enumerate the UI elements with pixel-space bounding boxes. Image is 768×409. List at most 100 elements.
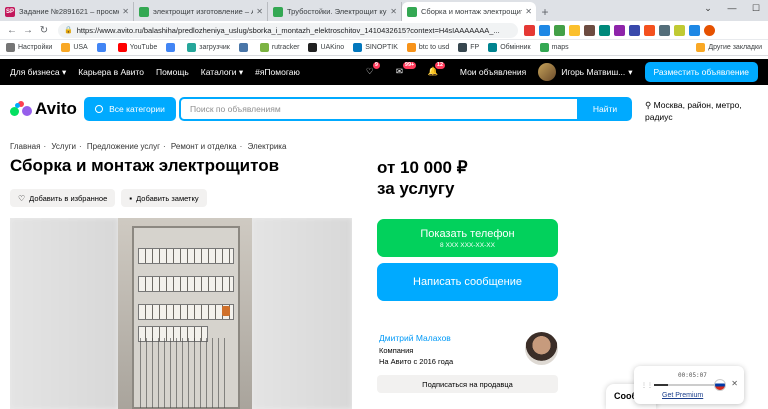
nav-ihelp[interactable]: #яПомогаю <box>255 67 300 77</box>
bookmark-item[interactable]: Обмінник <box>488 43 531 52</box>
all-categories-button[interactable]: Все категории <box>84 97 176 121</box>
gallery-right-blur <box>252 218 352 409</box>
seller-name-link[interactable]: Дмитрий Малахов <box>379 333 453 343</box>
post-ad-button[interactable]: Разместить объявление <box>644 62 758 82</box>
browser-tab-2[interactable]: Трубостойки. Электрощит купить ✕ <box>268 2 402 21</box>
favorites-badge: 9 <box>372 62 380 69</box>
forward-icon[interactable]: → <box>20 25 36 36</box>
tab-close-icon[interactable]: ✕ <box>122 7 129 16</box>
extension-icon[interactable] <box>629 24 640 36</box>
nav-help[interactable]: Помощь <box>156 67 189 77</box>
listing-photo[interactable] <box>118 218 252 409</box>
bookmark-item[interactable]: SINOPTIK <box>353 43 398 52</box>
breadcrumb-item[interactable]: Электрика <box>248 142 287 151</box>
extension-icon[interactable] <box>674 24 685 36</box>
bookmark-item[interactable]: USA <box>61 43 88 52</box>
close-icon[interactable]: ✕ <box>731 379 738 388</box>
subscribe-seller-button[interactable]: Подписаться на продавца <box>377 375 558 393</box>
tab-favicon-icon: SP <box>5 6 15 17</box>
profile-avatar-icon[interactable] <box>704 24 715 36</box>
reload-icon[interactable]: ↻ <box>36 25 52 36</box>
russia-flag-icon[interactable] <box>714 379 726 391</box>
minimize-icon[interactable]: — <box>720 0 744 16</box>
logo-text: Avito <box>35 99 77 118</box>
breadcrumb-item[interactable]: Главная <box>10 142 40 151</box>
url-field[interactable]: 🔒 https://www.avito.ru/balashiha/predloz… <box>58 22 518 38</box>
extension-icon[interactable] <box>689 24 700 36</box>
extension-icon[interactable] <box>599 24 610 36</box>
maximize-icon[interactable]: ☐ <box>744 0 768 16</box>
bookmark-item[interactable]: загрузчик <box>187 43 230 52</box>
browser-tab-1[interactable]: электрощит изготовление – Авит ✕ <box>134 2 268 21</box>
bookmark-item[interactable]: maps <box>539 43 569 52</box>
breadcrumb-item[interactable]: Услуги <box>51 142 76 151</box>
breadcrumb-item[interactable]: Ремонт и отделка <box>171 142 237 151</box>
browser-tab-3[interactable]: Сборка и монтаж электрощитов ✕ <box>402 2 536 21</box>
extension-icon[interactable] <box>644 24 655 36</box>
tab-close-icon[interactable]: ✕ <box>525 7 532 16</box>
bell-icon[interactable]: 🔔 12 <box>428 62 446 78</box>
tab-title: электрощит изготовление – Авит <box>153 7 253 16</box>
bookmark-item[interactable] <box>96 43 109 52</box>
tab-title: Сборка и монтаж электрощитов <box>421 7 523 16</box>
other-bookmarks[interactable]: Другие закладки <box>696 43 762 52</box>
nav-catalogs[interactable]: Каталоги ▾ <box>201 67 243 78</box>
back-icon[interactable]: ← <box>4 25 20 36</box>
bookmark-item[interactable]: YouTube <box>117 43 157 52</box>
get-premium-link[interactable]: Get Premium <box>662 392 703 399</box>
avatar[interactable] <box>538 63 557 81</box>
chevron-down-icon[interactable]: ▾ <box>628 67 632 78</box>
add-note-button[interactable]: ▪ Добавить заметку <box>121 189 207 207</box>
write-message-button[interactable]: Написать сообщение <box>377 263 558 301</box>
google-icon <box>166 43 176 52</box>
seller-since: На Авито с 2016 года <box>379 357 454 366</box>
messages-badge: 99+ <box>402 62 417 69</box>
bookmark-item[interactable] <box>166 43 178 52</box>
show-phone-button[interactable]: Показать телефон 8 XXX XXX-XX-XX <box>377 219 558 257</box>
bookmark-item[interactable]: rutracker <box>259 43 299 52</box>
bookmark-item[interactable] <box>238 43 251 52</box>
chat-icon[interactable]: ✉ 99+ <box>396 62 417 78</box>
seller-avatar[interactable] <box>525 332 558 365</box>
add-favorite-button[interactable]: ♡ Добавить в избранное <box>10 189 116 207</box>
bookmark-item[interactable]: UAKino <box>308 43 344 52</box>
heart-icon: ♡ <box>18 193 26 203</box>
address-bar-row: ← → ↻ 🔒 https://www.avito.ru/balashiha/p… <box>0 21 768 40</box>
fp-icon <box>458 43 468 52</box>
extension-icon[interactable] <box>584 24 595 36</box>
browser-tab-0[interactable]: SP Задание №2891621 – просмотр з ✕ <box>0 2 134 21</box>
find-button[interactable]: Найти <box>578 97 632 121</box>
drag-handle-icon[interactable]: ⋮⋮ <box>641 382 653 389</box>
nav-business[interactable]: Для бизнеса ▾ <box>10 67 66 78</box>
photo-gallery[interactable] <box>10 218 352 409</box>
chevron-down-icon[interactable]: ⌄ <box>696 0 720 16</box>
heart-icon[interactable]: ♡ 9 <box>366 62 380 78</box>
settings-icon <box>6 43 15 52</box>
extension-icon[interactable] <box>554 24 565 36</box>
gallery-left-blur <box>10 218 118 409</box>
screen-recorder-widget: ⋮⋮ 00:05:07 ✕ Get Premium <box>634 366 744 404</box>
search-input[interactable]: Поиск по объявлениям <box>179 97 579 121</box>
bookmark-item[interactable]: Настройки <box>6 43 52 52</box>
location-selector[interactable]: ⚲ Москва, район, метро, радиус <box>645 99 763 123</box>
extension-icon[interactable] <box>614 24 625 36</box>
breadcrumb-item[interactable]: Предложение услуг <box>87 142 160 151</box>
extension-icon[interactable] <box>539 24 550 36</box>
nav-career[interactable]: Карьера в Авито <box>78 67 144 77</box>
bookmark-item[interactable]: FP <box>458 43 479 52</box>
user-name[interactable]: Игорь Матвиш... <box>561 67 625 77</box>
bookmark-item[interactable]: btc to usd <box>406 43 449 52</box>
tab-close-icon[interactable]: ✕ <box>256 7 263 16</box>
page-title: Сборка и монтаж электрощитов <box>10 156 280 175</box>
puzzle-icon <box>259 43 269 52</box>
new-tab-icon[interactable]: + <box>536 2 554 21</box>
avito-logo[interactable]: Avito <box>10 99 77 119</box>
extension-icon[interactable] <box>569 24 580 36</box>
tab-title: Трубостойки. Электрощит купить <box>287 7 387 16</box>
my-ads-link[interactable]: Мои объявления <box>460 67 526 77</box>
listing-actions: ♡ Добавить в избранное ▪ Добавить заметк… <box>10 189 207 207</box>
tab-close-icon[interactable]: ✕ <box>390 7 397 16</box>
tab-favicon-icon <box>273 6 283 17</box>
extension-icon[interactable] <box>659 24 670 36</box>
extension-icon[interactable] <box>524 24 535 36</box>
